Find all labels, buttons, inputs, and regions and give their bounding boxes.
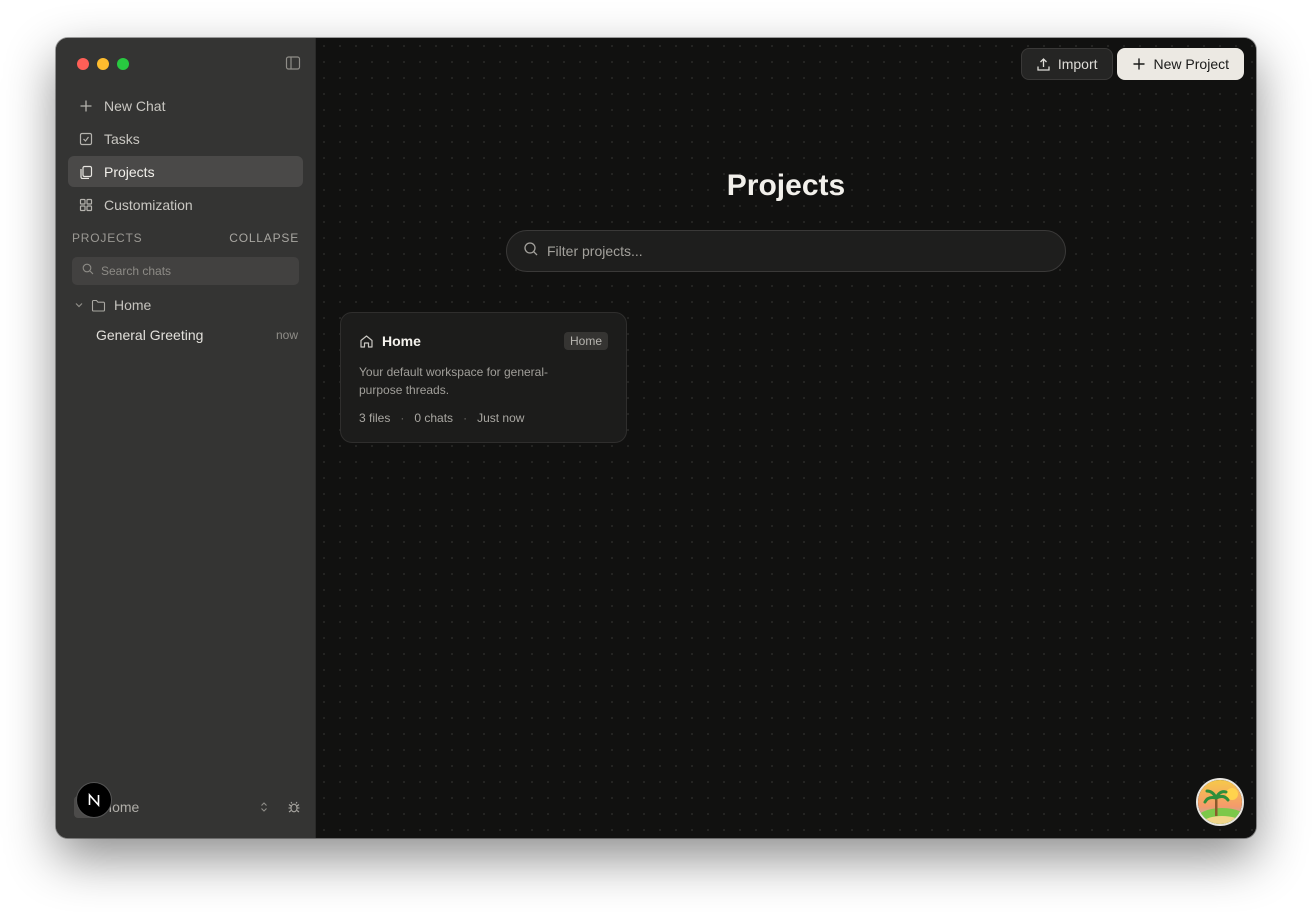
search-chats-box: [72, 257, 299, 285]
nav-label: New Chat: [104, 97, 166, 114]
meta-separator: ·: [463, 411, 468, 425]
home-icon: [359, 333, 375, 349]
checkbox-icon: [78, 131, 94, 147]
new-project-button[interactable]: New Project: [1116, 48, 1244, 80]
project-files-count: 3 files: [359, 411, 391, 425]
next-dev-badge[interactable]: [76, 782, 112, 818]
chat-time: now: [275, 328, 298, 342]
filter-projects-box: [506, 230, 1066, 272]
project-meta: 3 files · 0 chats · Just now: [359, 411, 608, 425]
main-panel: Import New Project Projects Filter proje…: [316, 38, 1256, 838]
filter-projects-input[interactable]: [547, 243, 1027, 259]
collapse-button[interactable]: COLLAPSE: [229, 231, 299, 245]
maximize-window-button[interactable]: [117, 58, 129, 70]
chevron-updown-icon[interactable]: [256, 799, 272, 815]
search-icon: [82, 262, 94, 280]
nav-label: Projects: [104, 163, 155, 180]
search-chats-input[interactable]: [101, 264, 291, 278]
section-label: PROJECTS: [72, 231, 143, 245]
plus-icon: [1132, 56, 1148, 72]
sidebar: New Chat Tasks Projects Customization PR…: [56, 38, 316, 838]
project-card-title: Home: [359, 333, 421, 349]
chevron-down-icon[interactable]: [74, 300, 86, 310]
workspace-name: Home: [102, 799, 140, 815]
folder-icon: [91, 299, 107, 312]
nav-projects[interactable]: Projects: [68, 156, 303, 187]
project-card[interactable]: Home Home Your default workspace for gen…: [340, 312, 627, 443]
sidebar-nav: New Chat Tasks Projects Customization: [68, 90, 303, 222]
project-tag-badge: Home: [563, 332, 608, 350]
plus-icon: [78, 98, 94, 114]
user-avatar[interactable]: [1196, 778, 1244, 826]
folder-label: Home: [114, 297, 152, 313]
nav-new-chat[interactable]: New Chat: [68, 90, 303, 121]
folder-home[interactable]: Home: [74, 297, 151, 313]
top-toolbar: Import New Project: [1020, 48, 1244, 80]
project-updated-time: Just now: [477, 411, 525, 425]
bug-icon[interactable]: [286, 799, 302, 815]
app-window: New Chat Tasks Projects Customization PR…: [56, 38, 1256, 838]
page-title: Projects: [726, 169, 846, 202]
project-card-header: Home Home: [359, 331, 608, 351]
new-project-label: New Project: [1153, 56, 1229, 72]
chat-title: General Greeting: [96, 327, 204, 343]
upload-icon: [1036, 56, 1052, 72]
nav-label: Customization: [104, 196, 193, 213]
meta-separator: ·: [400, 411, 405, 425]
nav-tasks[interactable]: Tasks: [68, 123, 303, 154]
chat-item[interactable]: General Greeting now: [96, 327, 298, 343]
grid-icon: [78, 197, 94, 213]
nav-customization[interactable]: Customization: [68, 189, 303, 220]
sidebar-toggle-icon[interactable]: [285, 55, 301, 71]
minimize-window-button[interactable]: [97, 58, 109, 70]
search-icon: [523, 241, 539, 262]
files-icon: [78, 164, 94, 180]
import-button[interactable]: Import: [1020, 48, 1113, 80]
window-controls: [77, 58, 129, 70]
project-chats-count: 0 chats: [414, 411, 454, 425]
close-window-button[interactable]: [77, 58, 89, 70]
projects-section-header: PROJECTS COLLAPSE: [72, 231, 299, 245]
nav-label: Tasks: [104, 130, 140, 147]
project-name: Home: [382, 333, 421, 349]
project-description: Your default workspace for general-purpo…: [359, 365, 548, 397]
import-label: Import: [1057, 56, 1098, 72]
